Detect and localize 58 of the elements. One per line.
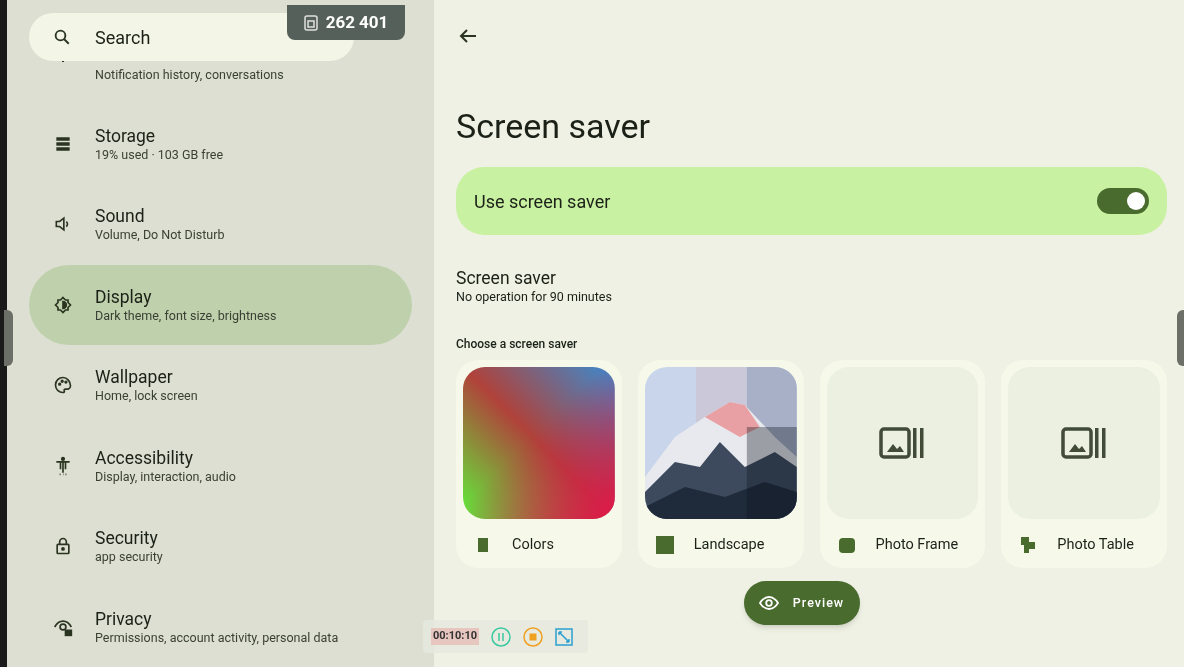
back-arrow-icon[interactable] xyxy=(459,28,477,44)
item-subtitle: Notification history, conversations xyxy=(95,66,284,85)
brightness-icon xyxy=(53,294,73,315)
expand-icon[interactable] xyxy=(555,627,574,646)
toggle-card[interactable]: Use screen saver xyxy=(456,167,1167,235)
sidebar-item[interactable]: Security app security xyxy=(29,506,412,587)
preview-button[interactable]: Preview xyxy=(743,581,860,625)
toggle-switch[interactable] xyxy=(1097,188,1149,214)
bar-icon xyxy=(478,538,488,552)
image-icon xyxy=(1061,427,1108,459)
edge-handle[interactable] xyxy=(4,310,13,366)
option-label: Photo Frame xyxy=(875,535,959,556)
item-subtitle: 19% used · 103 GB free xyxy=(95,146,224,163)
item-title: Privacy xyxy=(95,607,153,630)
item-subtitle: Dark theme, font size, brightness xyxy=(95,307,277,324)
sidebar-item[interactable]: Display Dark theme, font size, brightness xyxy=(29,264,412,346)
rounded-square-icon xyxy=(838,537,855,553)
option-label: Photo Table xyxy=(1057,535,1134,556)
item-subtitle: Home, lock screen xyxy=(95,388,198,405)
screen-saver-option[interactable]: Colors xyxy=(456,360,622,568)
sidebar-item[interactable]: Accessibility Display, interaction, audio xyxy=(29,425,412,507)
eye-icon xyxy=(758,596,779,610)
item-title: Display xyxy=(95,285,153,308)
edge-handle[interactable] xyxy=(1177,310,1184,366)
square-icon xyxy=(655,536,674,554)
sidebar-item[interactable]: Storage 19% used · 103 GB free xyxy=(29,103,412,185)
setting-title[interactable]: Screen saver xyxy=(456,267,1167,289)
image-icon xyxy=(879,427,926,459)
pause-icon[interactable] xyxy=(491,626,512,647)
lock-icon xyxy=(53,536,73,557)
screen-saver-option[interactable]: Landscape xyxy=(637,360,804,568)
item-subtitle: Display, interaction, audio xyxy=(95,468,236,485)
recording-timer: 00:10:10 xyxy=(431,628,480,645)
option-label: Colors xyxy=(512,535,554,556)
palette-icon xyxy=(53,375,73,396)
screen-saver-option[interactable]: Photo Frame xyxy=(819,360,986,568)
toggle-label: Use screen saver xyxy=(474,189,611,214)
search-icon xyxy=(53,28,71,46)
item-subtitle: Volume, Do Not Disturb xyxy=(95,227,225,244)
item-subtitle: Permissions, account activity, personal data xyxy=(95,629,339,646)
item-title: Accessibility xyxy=(95,446,194,469)
item-title: Sound xyxy=(95,205,146,228)
stop-icon[interactable] xyxy=(523,626,544,647)
item-title: Security xyxy=(95,527,159,550)
sidebar-item[interactable]: Sound Volume, Do Not Disturb xyxy=(29,184,412,265)
item-title: Storage xyxy=(95,124,157,147)
device-icon xyxy=(303,14,318,31)
page-title: Screen saver xyxy=(456,106,652,146)
section-label: Choose a screen saver xyxy=(456,336,579,353)
screen-saver-option[interactable]: Photo Table xyxy=(1001,360,1167,568)
sidebar-item[interactable]: Privacy Permissions, account activity, personal data xyxy=(29,586,412,667)
item-title: Wallpaper xyxy=(95,366,174,389)
accessibility-icon xyxy=(53,455,73,476)
setting-subtitle: No operation for 90 minutes xyxy=(456,289,613,305)
blocks-icon xyxy=(1021,537,1036,553)
sidebar-item[interactable]: Wallpaper Home, lock screen xyxy=(29,345,412,426)
item-subtitle: app security xyxy=(95,549,163,566)
option-label: Landscape xyxy=(693,535,765,556)
